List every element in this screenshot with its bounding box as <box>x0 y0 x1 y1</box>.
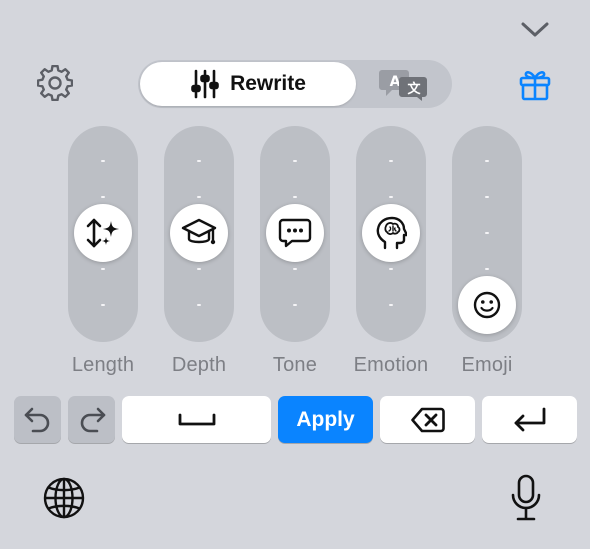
slider-label-tone: Tone <box>272 354 318 376</box>
microphone-button[interactable] <box>504 472 548 524</box>
slider-knob-emoji[interactable] <box>458 276 516 334</box>
mode-switch: Rewrite A 文 <box>138 60 452 108</box>
brain-head-icon <box>376 216 407 250</box>
space-bar-icon <box>178 413 215 425</box>
slider-tone[interactable] <box>260 126 330 342</box>
redo-icon <box>80 407 105 432</box>
tab-rewrite[interactable]: Rewrite <box>140 62 356 106</box>
chevron-down-icon <box>521 22 549 37</box>
slider-tick <box>485 268 489 270</box>
slider-label-length: Length <box>71 354 135 376</box>
slider-tick <box>197 160 201 162</box>
slider-tick <box>389 268 393 270</box>
gear-icon <box>37 65 73 101</box>
slider-tick <box>101 160 105 162</box>
slider-knob-tone[interactable] <box>266 204 324 262</box>
return-key[interactable] <box>482 396 577 443</box>
sliders-icon <box>191 69 219 99</box>
apply-button[interactable]: Apply <box>278 396 373 443</box>
slider-tick <box>389 304 393 306</box>
length-sparkle-icon <box>86 218 119 248</box>
slider-label-depth: Depth <box>171 354 227 376</box>
slider-tick <box>485 196 489 198</box>
redo-button[interactable] <box>68 396 115 443</box>
slider-knob-depth[interactable] <box>170 204 228 262</box>
slider-tick <box>197 196 201 198</box>
tab-translate[interactable]: A 文 <box>368 64 440 104</box>
slider-tick <box>485 160 489 162</box>
globe-icon <box>43 477 85 519</box>
chat-bubble-icon <box>278 218 312 248</box>
slider-tick <box>293 196 297 198</box>
slider-knob-length[interactable] <box>74 204 132 262</box>
tab-rewrite-label: Rewrite <box>230 72 306 95</box>
slider-depth[interactable] <box>164 126 234 342</box>
slider-tick <box>389 160 393 162</box>
slider-tick <box>101 196 105 198</box>
translate-icon: A 文 <box>379 70 427 101</box>
microphone-icon <box>511 474 541 521</box>
slider-tick <box>197 304 201 306</box>
slider-length[interactable] <box>68 126 138 342</box>
slider-emotion[interactable] <box>356 126 426 342</box>
svg-text:文: 文 <box>407 81 421 97</box>
slider-tick <box>485 232 489 234</box>
undo-button[interactable] <box>14 396 61 443</box>
globe-button[interactable] <box>40 474 88 522</box>
gift-button[interactable] <box>512 62 558 106</box>
backspace-icon <box>410 407 445 432</box>
settings-button[interactable] <box>34 62 76 104</box>
svg-text:A: A <box>390 74 401 90</box>
slider-tick <box>101 268 105 270</box>
space-key[interactable] <box>122 396 271 443</box>
delete-key[interactable] <box>380 396 475 443</box>
slider-label-emotion: Emotion <box>353 354 429 376</box>
slider-tick <box>293 304 297 306</box>
slider-tick <box>197 268 201 270</box>
slider-tick <box>101 304 105 306</box>
undo-icon <box>24 407 49 432</box>
slider-emoji[interactable] <box>452 126 522 342</box>
slider-knob-emotion[interactable] <box>362 204 420 262</box>
graduation-cap-icon <box>181 218 217 245</box>
return-icon <box>514 407 545 431</box>
gift-icon <box>519 71 551 101</box>
slider-tick <box>293 268 297 270</box>
slider-tick <box>389 196 393 198</box>
collapse-keyboard-button[interactable] <box>514 12 556 48</box>
smiley-icon <box>473 291 501 319</box>
slider-label-emoji: Emoji <box>461 354 513 376</box>
slider-tick <box>293 160 297 162</box>
